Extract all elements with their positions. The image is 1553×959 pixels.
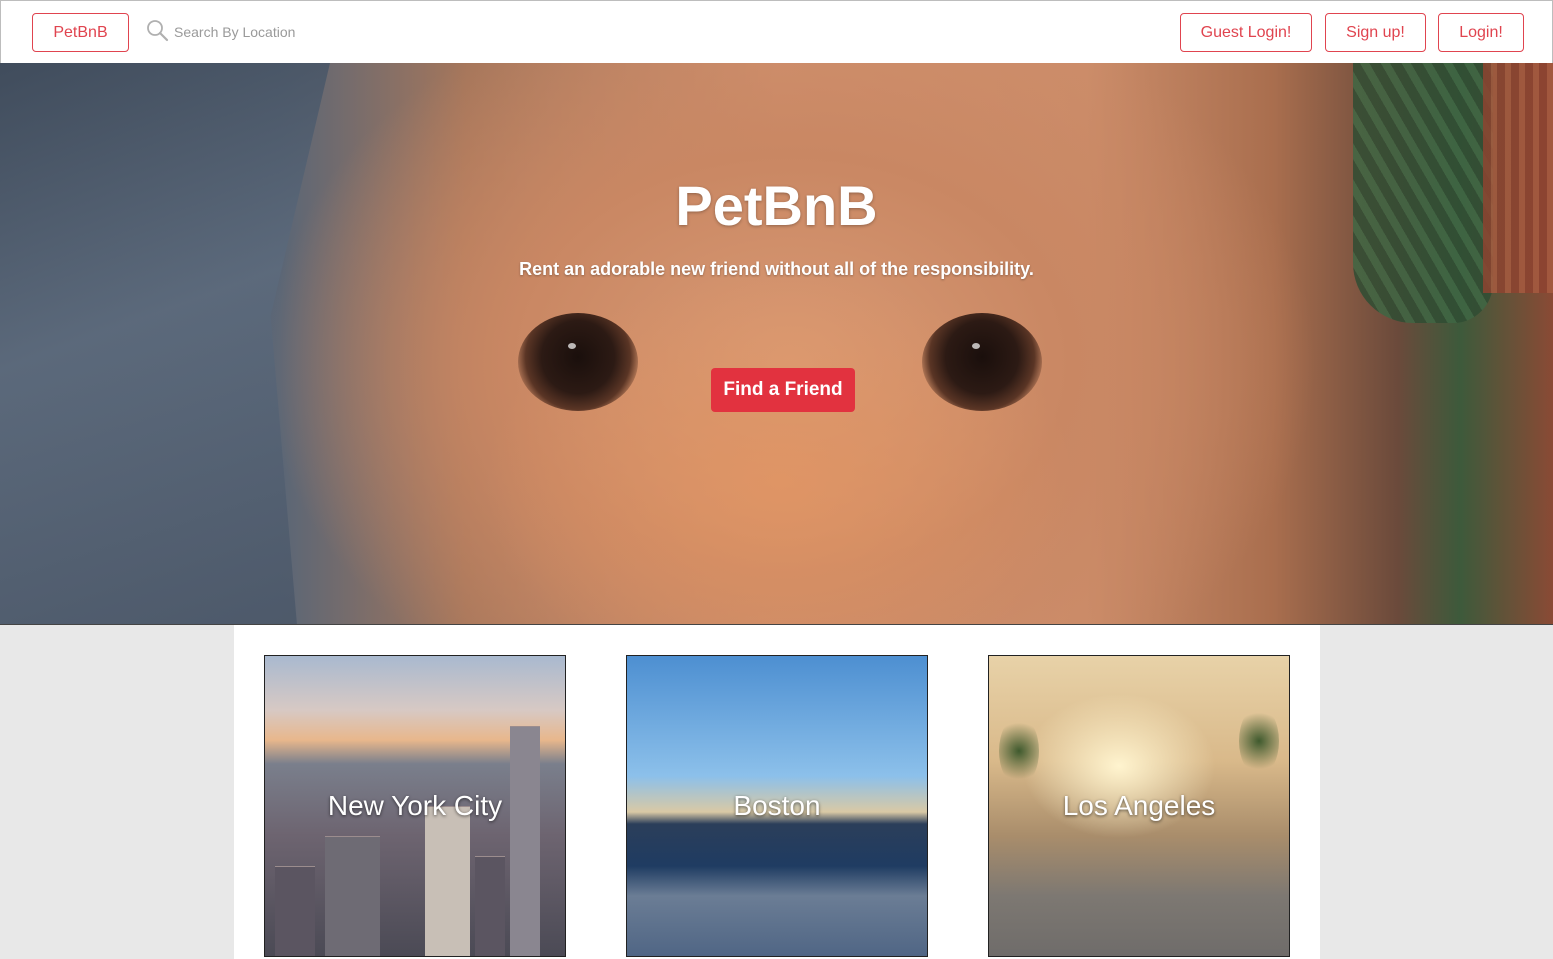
- hero-title: PetBnB: [675, 174, 878, 237]
- hero-subtitle: Rent an adorable new friend without all …: [519, 259, 1034, 279]
- skyline-building: [475, 856, 505, 956]
- city-card-new-york[interactable]: New York City: [264, 655, 566, 957]
- city-name: Boston: [733, 790, 821, 821]
- skyline-building: [425, 806, 470, 956]
- city-name: New York City: [327, 790, 503, 821]
- skyline-building: [325, 836, 380, 956]
- search-location-input[interactable]: [174, 24, 394, 40]
- dog-eye-right: [922, 313, 1042, 411]
- hero-banner: PetBnB Rent an adorable new friend witho…: [0, 63, 1553, 625]
- city-grid: New York City Boston Los Angeles: [234, 625, 1320, 959]
- city-card-los-angeles[interactable]: Los Angeles: [988, 655, 1290, 957]
- palm-tree: [999, 716, 1039, 786]
- dog-eye-left: [518, 313, 638, 411]
- hero-background-jacket: [0, 63, 330, 624]
- find-a-friend-button[interactable]: Find a Friend: [711, 368, 855, 412]
- location-search: [145, 19, 405, 45]
- top-navbar: PetBnB Guest Login! Sign up! Login!: [0, 0, 1553, 64]
- city-name: Los Angeles: [1062, 790, 1216, 821]
- login-button[interactable]: Login!: [1438, 13, 1524, 52]
- city-card-boston[interactable]: Boston: [626, 655, 928, 957]
- palm-tree: [1239, 706, 1279, 776]
- brand-home-button[interactable]: PetBnB: [32, 13, 129, 52]
- signup-button[interactable]: Sign up!: [1325, 13, 1426, 52]
- guest-login-button[interactable]: Guest Login!: [1180, 13, 1312, 52]
- skyline-building: [275, 866, 315, 956]
- skyline-tower: [510, 726, 540, 956]
- search-icon: [145, 18, 169, 47]
